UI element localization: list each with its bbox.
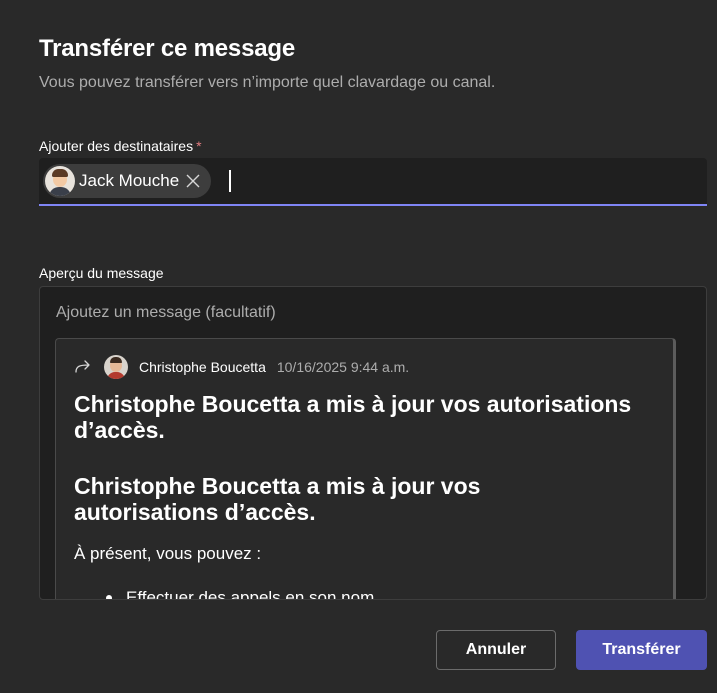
dialog-subtitle: Vous pouvez transférer vers n’importe qu…	[39, 74, 496, 91]
required-marker: *	[196, 138, 202, 154]
dialog-title: Transférer ce message	[39, 35, 295, 62]
text-caret	[229, 170, 232, 192]
quoted-subheading: Christophe Boucetta a mis à jour vos aut…	[74, 473, 481, 525]
message-preview-box: Ajoutez un message (facultatif) Christop…	[39, 286, 707, 600]
quoted-message-header: Christophe Boucetta 10/16/2025 9:44 a.m.	[74, 355, 409, 379]
quoted-heading: Christophe Boucetta a mis à jour vos aut…	[74, 391, 632, 443]
cancel-button[interactable]: Annuler	[436, 630, 556, 670]
avatar	[45, 166, 75, 196]
recipients-label-text: Ajouter des destinataires	[39, 138, 194, 154]
preview-label: Aperçu du message	[39, 265, 164, 281]
recipients-input[interactable]: Jack Mouche	[39, 158, 707, 206]
forward-arrow-icon	[75, 360, 90, 373]
quoted-body-text: À présent, vous pouvez :	[74, 544, 262, 563]
quoted-author-name: Christophe Boucetta	[139, 359, 266, 375]
recipient-chip-name: Jack Mouche	[79, 171, 180, 190]
bullet-icon	[106, 595, 112, 599]
close-icon[interactable]	[185, 173, 201, 189]
quoted-message: Christophe Boucetta 10/16/2025 9:44 a.m.…	[55, 338, 676, 600]
recipient-chip[interactable]: Jack Mouche	[43, 164, 212, 198]
recipients-label: Ajouter des destinataires *	[39, 138, 202, 154]
optional-message-input[interactable]: Ajoutez un message (facultatif)	[56, 304, 276, 322]
forward-button[interactable]: Transférer	[576, 630, 707, 670]
quoted-timestamp: 10/16/2025 9:44 a.m.	[276, 359, 410, 375]
avatar	[104, 355, 128, 379]
list-item: Effectuer des appels en son nom	[106, 588, 375, 600]
list-item-text: Effectuer des appels en son nom	[126, 588, 375, 600]
